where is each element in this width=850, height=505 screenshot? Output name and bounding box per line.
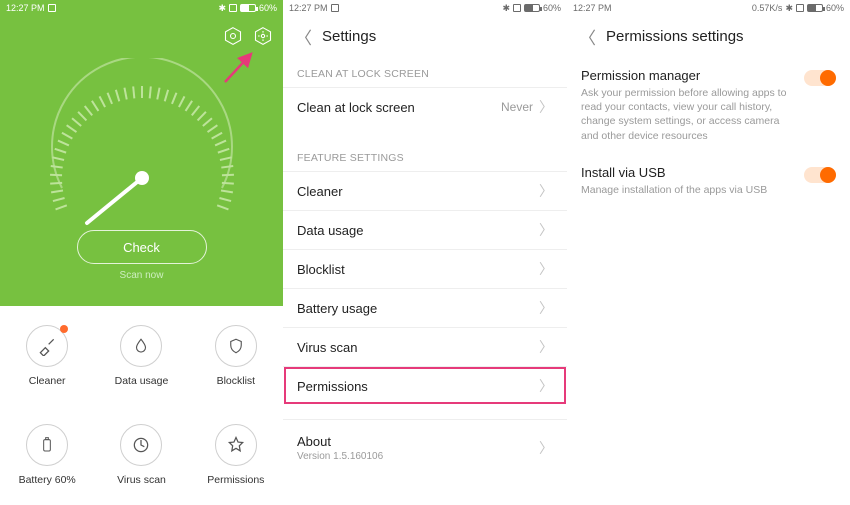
status-time: 12:27 PM — [573, 3, 612, 13]
bluetooth-icon: ✱ — [785, 3, 793, 14]
toggle-install-usb[interactable] — [804, 167, 836, 183]
battery-icon — [524, 4, 540, 12]
row-value: Never — [501, 100, 533, 114]
page-title: Permissions settings — [606, 28, 744, 45]
section-title: CLEAN AT LOCK SCREEN — [283, 56, 567, 87]
chevron-right-icon: 〉 — [539, 337, 553, 357]
battery-icon — [807, 4, 823, 12]
row-cleaner[interactable]: Cleaner 〉 — [283, 171, 567, 210]
check-button-label: Check — [123, 240, 160, 255]
drop-icon — [120, 325, 162, 367]
tile-cleaner[interactable]: Cleaner — [0, 306, 94, 406]
setting-subtitle: Manage installation of the apps via USB — [581, 183, 767, 197]
shield-outline-icon[interactable] — [223, 26, 243, 46]
row-data-usage[interactable]: Data usage 〉 — [283, 210, 567, 249]
tile-permissions[interactable]: Permissions — [189, 406, 283, 505]
row-virus-scan[interactable]: Virus scan 〉 — [283, 327, 567, 366]
status-battery-pct: 60% — [826, 3, 844, 13]
status-app-icon — [331, 4, 339, 12]
bluetooth-icon: ✱ — [218, 3, 226, 14]
chevron-right-icon: 〉 — [539, 220, 553, 240]
settings-screen: 12:27 PM ✱ 60% 〈 Settings CLEAN AT LOCK … — [283, 0, 567, 505]
setting-title: Install via USB — [581, 165, 767, 180]
row-label: Clean at lock screen — [297, 100, 415, 115]
speedometer-gauge — [32, 58, 252, 228]
star-icon — [215, 424, 257, 466]
chevron-right-icon: 〉 — [539, 181, 553, 201]
tile-label: Blocklist — [217, 375, 256, 387]
status-battery-pct: 60% — [543, 3, 561, 13]
chevron-right-icon: 〉 — [539, 376, 553, 396]
tile-blocklist[interactable]: Blocklist — [189, 306, 283, 406]
battery-icon — [240, 4, 256, 12]
tile-label: Cleaner — [29, 375, 66, 387]
header: 〈 Permissions settings — [567, 16, 850, 56]
row-label: Battery usage — [297, 301, 377, 316]
tile-label: Battery 60% — [19, 474, 76, 486]
status-time: 12:27 PM — [6, 3, 45, 13]
back-icon[interactable]: 〈 — [295, 24, 312, 49]
page-title: Settings — [322, 28, 376, 45]
settings-body: CLEAN AT LOCK SCREENClean at lock screen… — [283, 56, 567, 475]
toggle-perm-mgr[interactable] — [804, 70, 836, 86]
status-sq-icon — [229, 4, 237, 12]
status-netspeed: 0.57K/s — [752, 3, 783, 13]
row-label: Data usage — [297, 223, 364, 238]
tile-data-usage[interactable]: Data usage — [94, 306, 188, 406]
permissions-settings-screen: 12:27 PM 0.57K/s ✱ 60% 〈 Permissions set… — [567, 0, 850, 505]
status-sq-icon — [513, 4, 521, 12]
row-battery-usage[interactable]: Battery usage 〉 — [283, 288, 567, 327]
brush-icon — [26, 325, 68, 367]
gear-icon[interactable] — [253, 26, 273, 46]
status-bar: 12:27 PM ✱ 60% — [0, 0, 283, 16]
row-about[interactable]: About Version 1.5.160106 〉 — [283, 419, 567, 475]
feature-grid: Cleaner Data usage Blocklist Battery 60% Vir… — [0, 306, 283, 505]
status-bar: 12:27 PM 0.57K/s ✱ 60% — [567, 0, 850, 16]
header: 〈 Settings — [283, 16, 567, 56]
tile-label: Permissions — [207, 474, 264, 486]
tile-label: Virus scan — [117, 474, 166, 486]
scan-icon — [120, 424, 162, 466]
chevron-right-icon: 〉 — [539, 259, 553, 279]
tile-battery[interactable]: Battery 60% — [0, 406, 94, 505]
status-sq-icon — [796, 4, 804, 12]
status-battery-pct: 60% — [259, 3, 277, 13]
status-app-icon — [48, 4, 56, 12]
back-icon[interactable]: 〈 — [579, 24, 596, 49]
row-label: About — [297, 434, 383, 449]
row-sublabel: Version 1.5.160106 — [297, 451, 383, 462]
chevron-right-icon: 〉 — [539, 438, 553, 458]
shield-icon — [215, 325, 257, 367]
bluetooth-icon: ✱ — [502, 3, 510, 14]
status-bar: 12:27 PM ✱ 60% — [283, 0, 567, 16]
section-title: FEATURE SETTINGS — [283, 140, 567, 171]
setting-subtitle: Ask your permission before allowing apps… — [581, 86, 791, 143]
security-home-screen: 12:27 PM ✱ 60% Check — [0, 0, 283, 505]
row-label: Virus scan — [297, 340, 357, 355]
security-dashboard: Check Scan now — [0, 16, 283, 306]
status-time: 12:27 PM — [289, 3, 328, 13]
row-label: Cleaner — [297, 184, 343, 199]
setting-install-usb: Install via USB Manage installation of th… — [567, 153, 850, 207]
row-label: Blocklist — [297, 262, 345, 277]
row-label: Permissions — [297, 379, 368, 394]
tile-virus-scan[interactable]: Virus scan — [94, 406, 188, 505]
setting-title: Permission manager — [581, 68, 791, 83]
notification-dot — [60, 325, 68, 333]
check-button[interactable]: Check — [77, 230, 207, 264]
chevron-right-icon: 〉 — [539, 298, 553, 318]
row-clean-lock[interactable]: Clean at lock screen Never 〉 — [283, 87, 567, 126]
permissions-body: Permission manager Ask your permission be… — [567, 56, 850, 207]
row-permissions[interactable]: Permissions 〉 — [283, 366, 567, 405]
scan-now-label[interactable]: Scan now — [120, 270, 164, 281]
chevron-right-icon: 〉 — [539, 97, 553, 117]
row-blocklist[interactable]: Blocklist 〉 — [283, 249, 567, 288]
tile-label: Data usage — [115, 375, 169, 387]
setting-perm-mgr: Permission manager Ask your permission be… — [567, 56, 850, 153]
battery-icon — [26, 424, 68, 466]
